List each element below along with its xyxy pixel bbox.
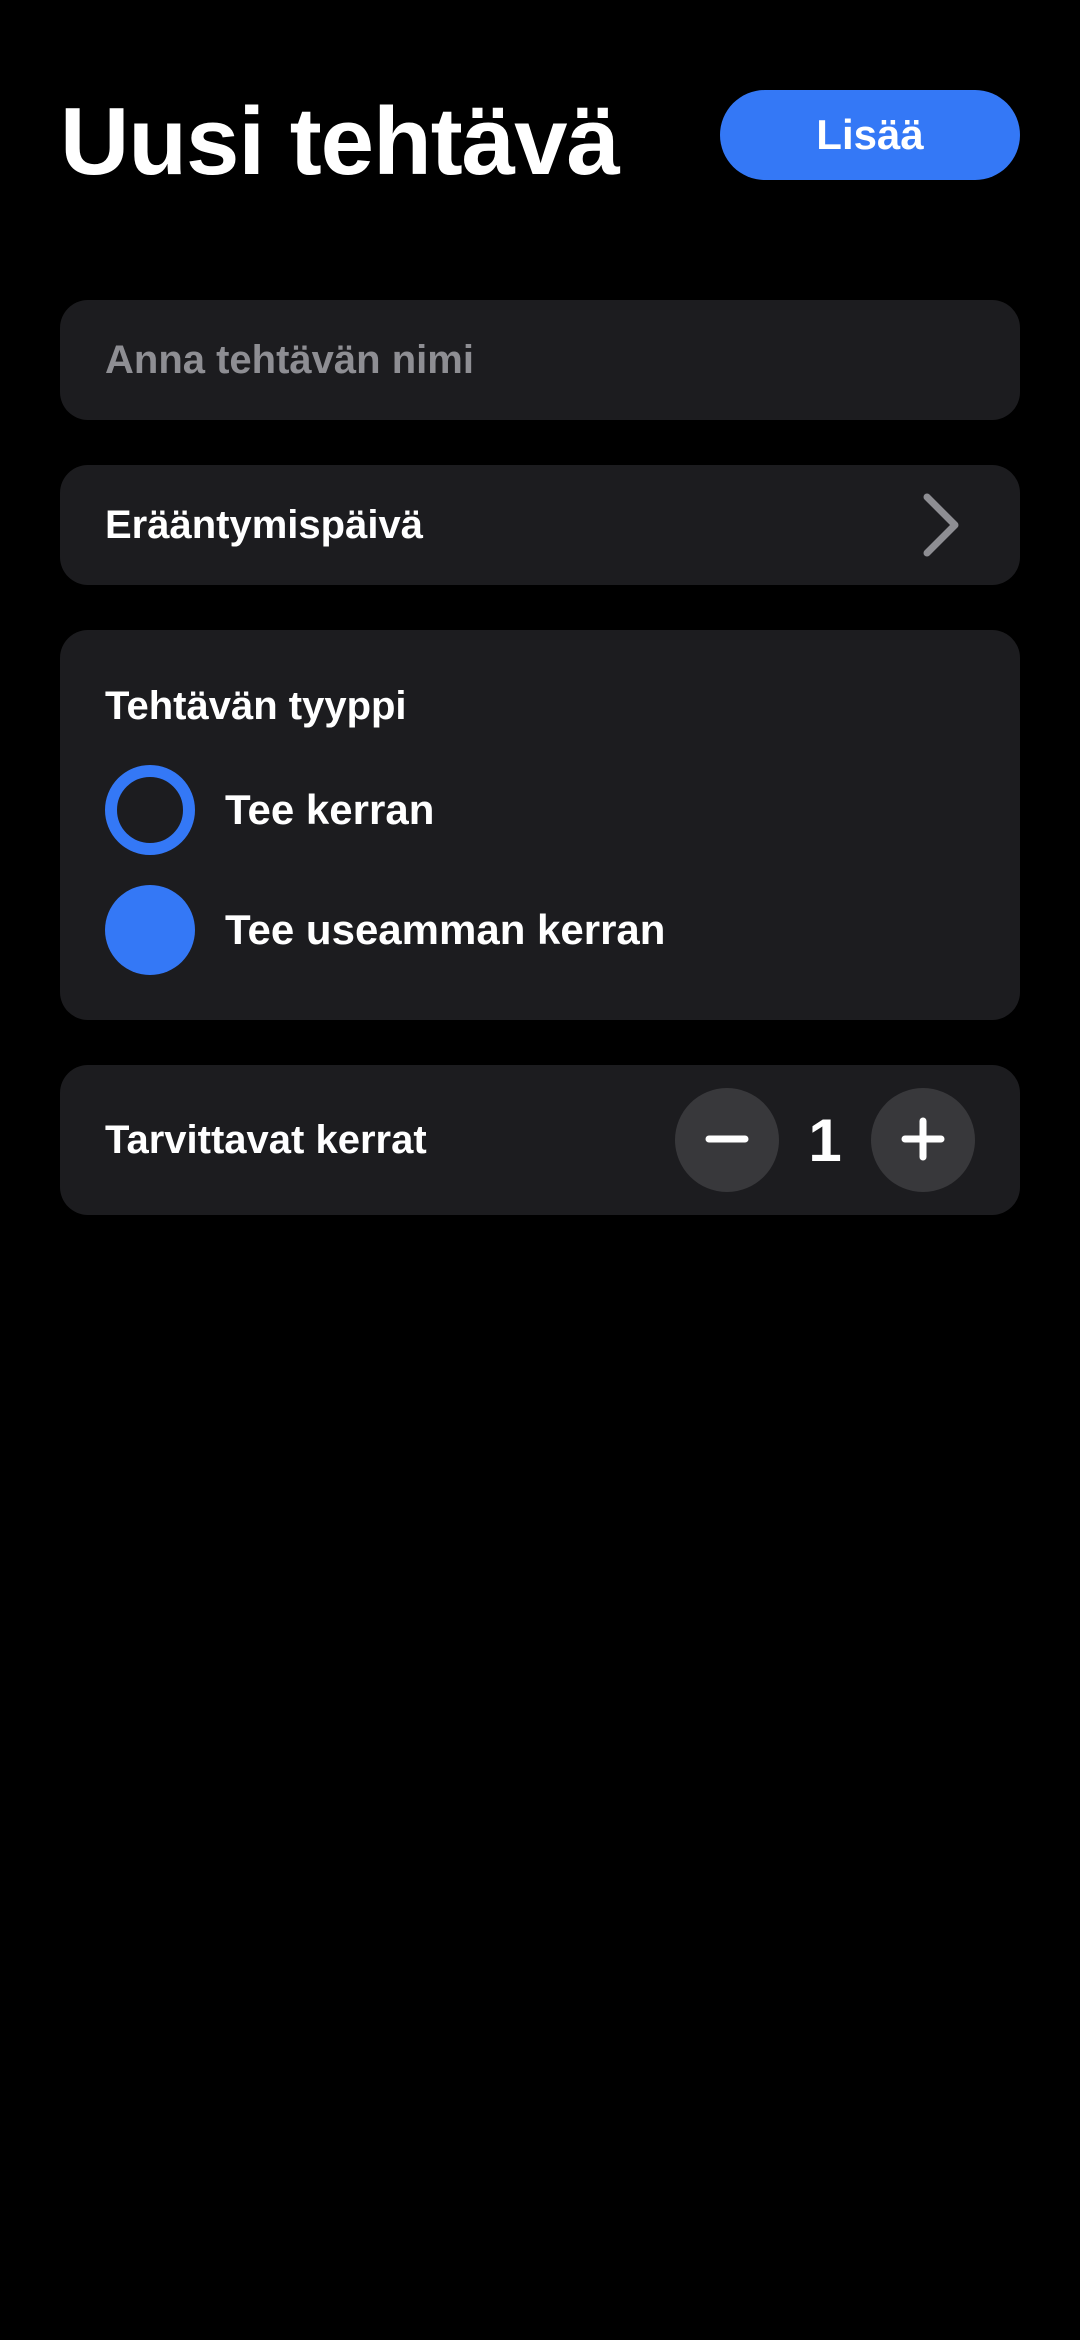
minus-icon bbox=[705, 1117, 749, 1164]
decrement-button[interactable] bbox=[675, 1088, 779, 1192]
task-type-option-once[interactable]: Tee kerran bbox=[105, 765, 434, 855]
required-count-label: Tarvittavat kerrat bbox=[105, 1117, 427, 1162]
page-title: Uusi tehtävä bbox=[60, 88, 620, 195]
task-type-option-label: Tee kerran bbox=[225, 786, 435, 833]
due-date-row[interactable]: Erääntymispäivä bbox=[60, 465, 1020, 585]
task-type-option-multiple[interactable]: Tee useamman kerran bbox=[105, 885, 665, 975]
increment-button[interactable] bbox=[871, 1088, 975, 1192]
task-type-card: Tehtävän tyyppi Tee kerran Tee useamman … bbox=[60, 630, 1020, 1020]
due-date-label: Erääntymispäivä bbox=[105, 502, 423, 547]
task-name-input[interactable] bbox=[60, 300, 1020, 420]
plus-icon bbox=[901, 1117, 945, 1164]
add-button[interactable]: Lisää bbox=[720, 90, 1020, 180]
task-type-option-label: Tee useamman kerran bbox=[225, 906, 666, 953]
chevron-right-icon bbox=[919, 493, 963, 557]
new-task-screen: Uusi tehtävä Lisää Erääntymispäivä Tehtä… bbox=[0, 0, 1080, 2340]
count-stepper: 1 bbox=[675, 1088, 975, 1192]
count-value: 1 bbox=[808, 1106, 842, 1174]
required-count-card: Tarvittavat kerrat 1 bbox=[60, 1065, 1020, 1215]
radio-unselected[interactable] bbox=[105, 765, 195, 855]
task-name-card bbox=[60, 300, 1020, 420]
task-type-heading: Tehtävän tyyppi bbox=[105, 684, 407, 728]
radio-selected[interactable] bbox=[105, 885, 195, 975]
